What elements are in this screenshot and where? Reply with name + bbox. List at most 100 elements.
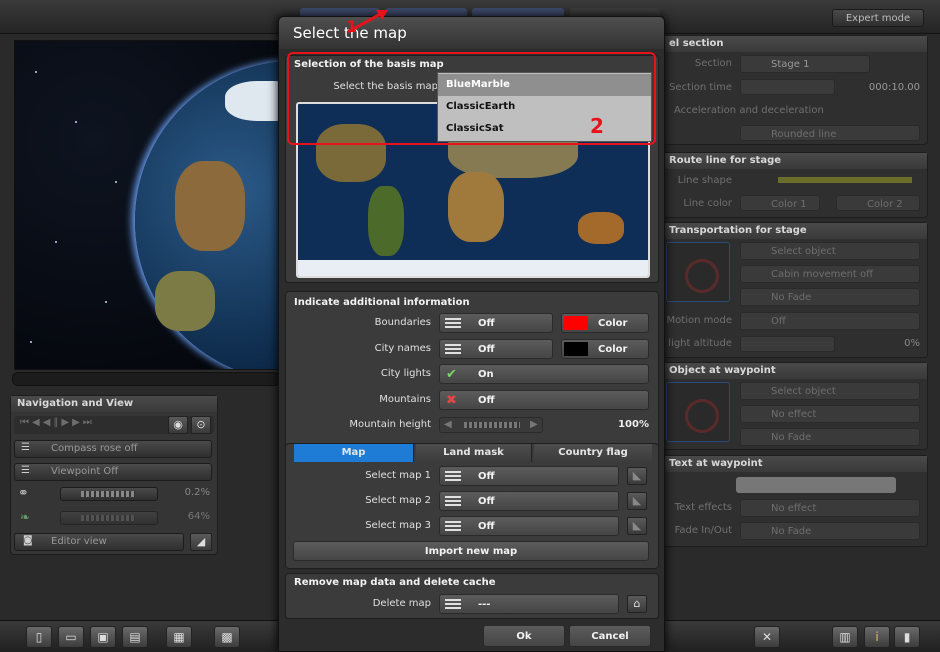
boundaries-color-label: Color [598,318,628,329]
select-map3-label: Select map 3 [365,520,431,531]
star [55,241,57,243]
slider-left-icon: ◀ [444,419,452,430]
compass-rose-button[interactable]: ☰ Compass rose off [14,440,212,458]
flight-altitude-slider[interactable] [740,336,835,352]
mountains-toggle[interactable]: ✖ Off [439,390,649,410]
select-map1-dropdown[interactable]: Off [439,466,619,486]
viewpoint-button[interactable]: ☰ Viewpoint Off [14,463,212,481]
waypoint-effect-select[interactable]: No effect [740,405,920,423]
text-header: Text at waypoint [663,456,927,472]
camera-icon: ◙ [23,535,33,546]
waypoint-fade-select[interactable]: No Fade [740,428,920,446]
select-object-button[interactable]: Select object [740,242,920,260]
trash-icon[interactable]: ⌂ [627,595,647,613]
delete-map-label: Delete map [372,598,431,609]
editor-settings-icon[interactable]: ◢ [190,533,212,551]
select-map2-dropdown[interactable]: Off [439,491,619,511]
delete-map-value: --- [478,599,491,610]
waypoint-object-preview[interactable] [666,382,730,442]
star [75,121,77,123]
section-time-slider[interactable] [740,79,835,95]
section-time-label: Section time [669,82,732,93]
motion-mode-select[interactable]: Off [740,312,920,330]
zoom-slider[interactable] [60,487,158,501]
transport-fade-select[interactable]: No Fade [740,288,920,306]
city-lights-label: City lights [380,368,431,379]
list-icon [445,597,461,611]
tab-country-flag[interactable]: Country flag [534,444,652,462]
tilt-value: 64% [187,511,210,522]
transport-header: Transportation for stage [663,223,927,239]
waypoint-text-input[interactable] [736,477,896,493]
transport-object-preview[interactable] [666,242,730,302]
text-effects-select[interactable]: No effect [740,499,920,517]
waypoint-select-object[interactable]: Select object [740,382,920,400]
open-folder-icon[interactable]: ▭ [58,626,84,648]
select-map3-dropdown[interactable]: Off [439,516,619,536]
city-lights-value: On [478,369,494,380]
boundaries-color-button[interactable]: Color [561,313,649,333]
section-time-value: 000:10.00 [868,82,920,93]
video-icon[interactable]: ▩ [214,626,240,648]
exit-icon[interactable]: ▮ [894,626,920,648]
zoom-value: 0.2% [184,487,210,498]
mountain-height-slider[interactable]: ◀ ▶ [439,417,543,433]
flight-altitude-label: light altitude [668,338,732,349]
import-new-map-button[interactable]: Import new map [293,541,649,561]
binoculars-icon: ⚭ [18,486,29,501]
tilt-slider[interactable] [60,511,158,525]
route-header: Route line for stage [663,153,927,169]
city-lights-toggle[interactable]: ✔ On [439,364,649,384]
editor-view-label: Editor view [51,536,107,547]
tab-map[interactable]: Map [294,444,414,462]
book-icon[interactable]: ▥ [832,626,858,648]
section-select[interactable]: Stage 1 [740,55,870,73]
map3-file-icon[interactable]: ◣ [627,517,647,535]
city-names-toggle[interactable]: Off [439,339,553,359]
city-names-color-button[interactable]: Color [561,339,649,359]
city-names-value: Off [478,344,495,355]
list-icon [445,494,461,508]
cancel-button[interactable]: Cancel [569,625,651,647]
accel-label: Acceleration and deceleration [674,105,824,116]
boundaries-label: Boundaries [374,317,431,328]
fade-inout-select[interactable]: No Fade [740,522,920,540]
expert-mode-button[interactable]: Expert mode [832,9,924,27]
map2-file-icon[interactable]: ◣ [627,492,647,510]
rounded-line-select[interactable]: Rounded line [740,125,920,141]
map1-file-icon[interactable]: ◣ [627,467,647,485]
ice-cap [225,81,279,121]
delete-map-dropdown[interactable]: --- [439,594,619,614]
line-color1[interactable]: Color 1 [740,195,820,211]
line-shape-preview[interactable] [778,177,912,183]
globe-view-icon[interactable]: ◉ [168,416,188,434]
star [35,71,37,73]
cabin-movement-select[interactable]: Cabin movement off [740,265,920,283]
target-icon[interactable]: ⊙ [191,416,211,434]
tools-icon[interactable]: ✕ [754,626,780,648]
list-icon [445,342,461,356]
checkmark-icon: ✔ [446,367,457,382]
editor-view-button[interactable]: ◙ Editor view [14,533,184,551]
additional-info-header: Indicate additional information [294,297,470,308]
slider-track [81,491,135,497]
export-icon[interactable]: ▦ [166,626,192,648]
save-as-icon[interactable]: ▤ [122,626,148,648]
line-color2[interactable]: Color 2 [836,195,920,211]
boundaries-toggle[interactable]: Off [439,313,553,333]
text-effects-label: Text effects [674,502,732,513]
new-file-icon[interactable]: ▯ [26,626,52,648]
annotation-number-2: 2 [590,114,604,138]
ok-button[interactable]: Ok [483,625,565,647]
playback-icons: ⏮◀◀‖▶▶⏭ [20,417,95,428]
preview-timeline-scrollbar[interactable] [12,372,280,386]
list-icon [445,519,461,533]
city-names-color-label: Color [598,344,628,355]
list-icon: ☰ [21,442,30,453]
save-icon[interactable]: ▣ [90,626,116,648]
remove-map-header: Remove map data and delete cache [294,577,496,588]
tab-land-mask[interactable]: Land mask [416,444,532,462]
info-icon[interactable]: i [864,626,890,648]
globe-preview[interactable] [14,40,280,370]
no-object-icon [685,399,719,433]
